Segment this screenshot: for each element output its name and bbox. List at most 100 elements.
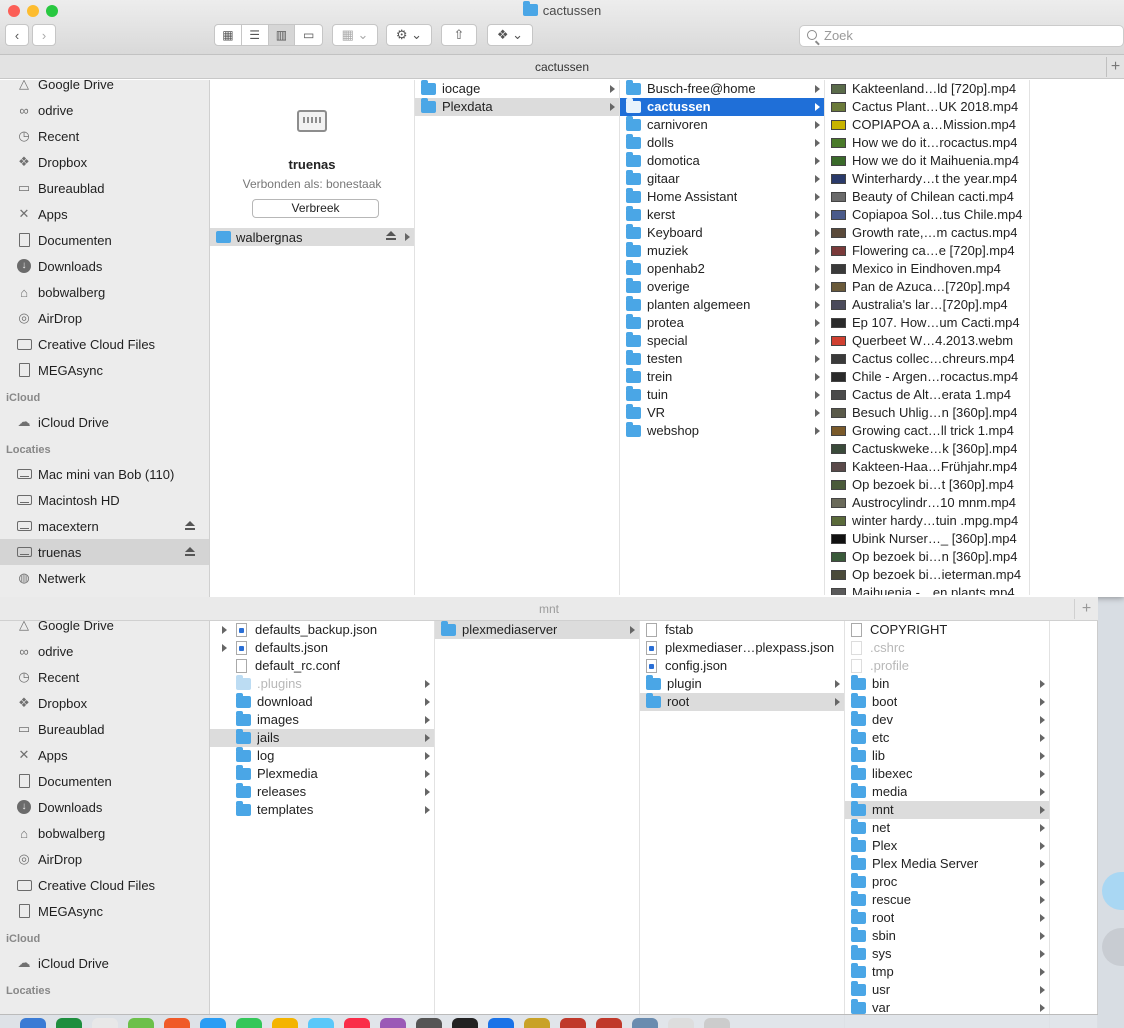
list-item[interactable]: Keyboard <box>620 224 824 242</box>
sidebar-item-downloads[interactable]: ↓ Downloads <box>0 253 209 279</box>
list-item[interactable]: fstab <box>640 621 844 639</box>
sidebar-item-bureaublad[interactable]: ▭ Bureaublad <box>0 716 209 742</box>
list-item[interactable]: Flowering ca…e [720p].mp4 <box>825 242 1029 260</box>
list-item[interactable]: carnivoren <box>620 116 824 134</box>
sidebar-item-bobwalberg[interactable]: ⌂ bobwalberg <box>0 820 209 846</box>
list-item[interactable]: usr <box>845 981 1049 999</box>
app-icon[interactable] <box>380 1018 406 1028</box>
share-button[interactable]: ⇧ <box>441 24 477 46</box>
app-icon[interactable] <box>524 1018 550 1028</box>
sidebar-item-airdrop[interactable]: ◎ AirDrop <box>0 846 209 872</box>
list-item[interactable]: Op bezoek bi…n [360p].mp4 <box>825 548 1029 566</box>
list-item[interactable]: Growing cact…ll trick 1.mp4 <box>825 422 1029 440</box>
list-item[interactable]: .cshrc <box>845 639 1049 657</box>
sidebar-item-icloud-drive[interactable]: ☁ iCloud Drive <box>0 950 209 976</box>
list-item[interactable]: dev <box>845 711 1049 729</box>
sidebar-item-recent[interactable]: ◷ Recent <box>0 123 209 149</box>
list-item[interactable]: Mexico in Eindhoven.mp4 <box>825 260 1029 278</box>
list-item[interactable]: etc <box>845 729 1049 747</box>
app-icon[interactable] <box>272 1018 298 1028</box>
new-tab-button[interactable]: + <box>1106 57 1124 77</box>
list-item[interactable]: Growth rate,…m cactus.mp4 <box>825 224 1029 242</box>
sidebar-item-megasync[interactable]: MEGAsync <box>0 898 209 924</box>
list-item[interactable]: Busch-free@home <box>620 80 824 98</box>
list-item[interactable]: lib <box>845 747 1049 765</box>
list-item[interactable]: Cactus collec…chreurs.mp4 <box>825 350 1029 368</box>
column-view-button[interactable]: ▥ <box>268 25 296 45</box>
sidebar-item-creative-cloud-files[interactable]: Creative Cloud Files <box>0 331 209 357</box>
sidebar-item-airdrop[interactable]: ◎ AirDrop <box>0 305 209 331</box>
app-icon[interactable] <box>20 1018 46 1028</box>
eject-icon[interactable] <box>185 521 195 531</box>
list-item[interactable]: Plexmedia <box>210 765 434 783</box>
list-item[interactable]: Op bezoek bi…ieterman.mp4 <box>825 566 1029 584</box>
list-item[interactable]: testen <box>620 350 824 368</box>
list-item[interactable]: Ubink Nurser…_ [360p].mp4 <box>825 530 1029 548</box>
list-item[interactable]: COPYRIGHT <box>845 621 1049 639</box>
list-item[interactable]: Kakteen-Haa…Frühjahr.mp4 <box>825 458 1029 476</box>
list-item[interactable]: protea <box>620 314 824 332</box>
list-item[interactable]: Ep 107. How…um Cacti.mp4 <box>825 314 1029 332</box>
list-item[interactable]: Home Assistant <box>620 188 824 206</box>
list-item[interactable]: boot <box>845 693 1049 711</box>
list-item[interactable]: config.json <box>640 657 844 675</box>
list-item[interactable]: plexmediaserver <box>435 621 639 639</box>
forward-button[interactable]: › <box>32 24 56 46</box>
sidebar-item-creative-cloud-files[interactable]: Creative Cloud Files <box>0 872 209 898</box>
sidebar-item-truenas[interactable]: truenas <box>0 539 209 565</box>
list-item[interactable]: Austrocylindr…10 mnm.mp4 <box>825 494 1029 512</box>
app-icon[interactable] <box>128 1018 154 1028</box>
disconnect-button[interactable]: Verbreek <box>252 199 379 218</box>
list-item[interactable]: Winterhardy…t the year.mp4 <box>825 170 1029 188</box>
sidebar-item-dropbox[interactable]: ❖ Dropbox <box>0 149 209 175</box>
sidebar-item-apps[interactable]: ✕ Apps <box>0 201 209 227</box>
list-item[interactable]: Besuch Uhlig…n [360p].mp4 <box>825 404 1029 422</box>
share-item-walbergnas[interactable]: walbergnas <box>210 228 414 246</box>
list-item[interactable]: images <box>210 711 434 729</box>
gallery-view-button[interactable]: ▭ <box>295 25 322 45</box>
list-item[interactable]: winter hardy…tuin .mpg.mp4 <box>825 512 1029 530</box>
app-icon[interactable] <box>56 1018 82 1028</box>
list-item[interactable]: overige <box>620 278 824 296</box>
list-view-button[interactable]: ☰ <box>242 25 269 45</box>
sidebar-item-bureaublad[interactable]: ▭ Bureaublad <box>0 175 209 201</box>
list-item[interactable]: COPIAPOA a…Mission.mp4 <box>825 116 1029 134</box>
sidebar-item-netwerk[interactable]: ◍ Netwerk <box>0 565 209 591</box>
sidebar-item-google-drive[interactable]: △ Google Drive <box>0 621 209 638</box>
sidebar-item-odrive[interactable]: ∞ odrive <box>0 638 209 664</box>
sidebar-item-macextern[interactable]: macextern <box>0 513 209 539</box>
dropbox-menu-button[interactable]: ❖ ⌄ <box>487 24 533 46</box>
list-item[interactable]: defaults_backup.json <box>210 621 434 639</box>
list-item[interactable]: tmp <box>845 963 1049 981</box>
app-icon[interactable] <box>632 1018 658 1028</box>
app-icon[interactable] <box>416 1018 442 1028</box>
sidebar-item-google-drive[interactable]: △ Google Drive <box>0 80 209 97</box>
sidebar-item-recent[interactable]: ◷ Recent <box>0 664 209 690</box>
list-item[interactable]: .plugins <box>210 675 434 693</box>
list-item[interactable]: Kakteenland…ld [720p].mp4 <box>825 80 1029 98</box>
list-item[interactable]: root <box>845 909 1049 927</box>
list-item[interactable]: net <box>845 819 1049 837</box>
list-item[interactable]: Maihuenia -…en plants.mp4 <box>825 584 1029 595</box>
list-item[interactable]: webshop <box>620 422 824 440</box>
list-item[interactable]: defaults.json <box>210 639 434 657</box>
list-item[interactable]: bin <box>845 675 1049 693</box>
list-item[interactable]: How we do it Maihuenia.mp4 <box>825 152 1029 170</box>
desktop-widget[interactable] <box>1102 928 1124 966</box>
app-icon[interactable] <box>164 1018 190 1028</box>
new-tab-button[interactable]: + <box>1074 599 1098 619</box>
sidebar-item-bobwalberg[interactable]: ⌂ bobwalberg <box>0 279 209 305</box>
sidebar-item-dropbox[interactable]: ❖ Dropbox <box>0 690 209 716</box>
list-item[interactable]: dolls <box>620 134 824 152</box>
list-item[interactable]: default_rc.conf <box>210 657 434 675</box>
list-item[interactable]: Plex <box>845 837 1049 855</box>
list-item[interactable]: Cactus de Alt…erata 1.mp4 <box>825 386 1029 404</box>
group-button[interactable]: ▦ ⌄ <box>332 24 378 46</box>
list-item[interactable]: plugin <box>640 675 844 693</box>
app-icon[interactable] <box>596 1018 622 1028</box>
desktop-widget[interactable] <box>1102 872 1124 910</box>
list-item[interactable]: mnt <box>845 801 1049 819</box>
list-item[interactable]: templates <box>210 801 434 819</box>
list-item[interactable]: proc <box>845 873 1049 891</box>
sidebar-item-icloud-drive[interactable]: ☁ iCloud Drive <box>0 409 209 435</box>
